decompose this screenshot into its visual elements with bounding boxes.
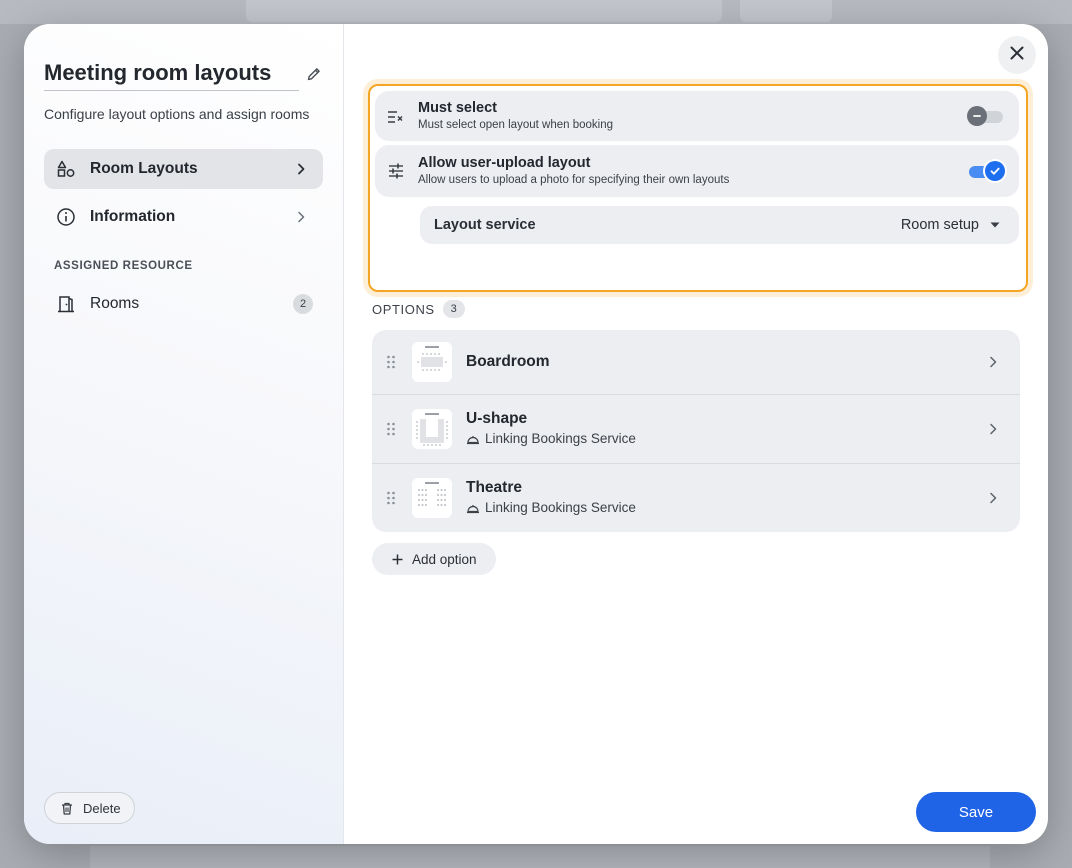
option-boardroom[interactable]: Boardroom	[372, 330, 1020, 394]
option-service: Linking Bookings Service	[485, 500, 636, 515]
trash-icon	[61, 801, 75, 815]
sidebar-item-label: Rooms	[90, 295, 140, 312]
option-service: Linking Bookings Service	[485, 431, 636, 446]
modal-subtitle: Configure layout options and assign room…	[44, 106, 310, 122]
layouts-modal: Meeting room layouts Configure layout op…	[24, 24, 1048, 844]
add-option-label: Add option	[412, 551, 477, 567]
option-name: Theatre	[466, 479, 522, 496]
background-app-footer	[90, 846, 990, 868]
options-heading-label: OPTIONS	[372, 301, 435, 317]
must-select-toggle[interactable]	[967, 105, 1005, 127]
room-service-icon	[466, 502, 480, 514]
pencil-icon[interactable]	[306, 66, 322, 82]
chevron-right-icon	[986, 422, 1000, 436]
options-count-badge: 3	[442, 300, 465, 318]
options-list: Boardroom U-shape Linking Bookings Servi…	[372, 330, 1020, 532]
allow-upload-title: Allow user-upload layout	[418, 155, 591, 171]
allow-upload-toggle[interactable]	[967, 160, 1005, 182]
chevron-right-icon	[986, 491, 1000, 505]
layout-service-label: Layout service	[434, 217, 536, 233]
sliders-icon	[387, 162, 405, 180]
sidebar-item-rooms[interactable]: Rooms 2	[44, 284, 323, 324]
drag-handle-icon[interactable]	[386, 355, 396, 369]
background-header-button	[740, 0, 832, 22]
sidebar-item-room-layouts[interactable]: Room Layouts	[44, 149, 323, 189]
rooms-count-badge: 2	[293, 294, 313, 314]
save-button[interactable]: Save	[916, 792, 1036, 832]
layout-service-value: Room setup	[900, 217, 979, 233]
allow-upload-description: Allow users to upload a photo for specif…	[418, 174, 730, 186]
add-option-button[interactable]: Add option	[372, 543, 496, 575]
must-select-description: Must select open layout when booking	[418, 119, 613, 131]
drag-handle-icon[interactable]	[386, 491, 396, 505]
info-icon	[56, 207, 76, 227]
modal-title-input[interactable]: Meeting room layouts	[44, 58, 299, 91]
toggle-check-icon	[985, 161, 1005, 181]
assigned-resource-heading: ASSIGNED RESOURCE	[54, 260, 193, 272]
u-shape-layout-icon	[412, 409, 452, 449]
sidebar-item-label: Information	[90, 208, 176, 225]
delete-button[interactable]: Delete	[44, 792, 135, 824]
close-button[interactable]	[998, 36, 1036, 74]
must-select-title: Must select	[418, 100, 497, 116]
plus-icon	[391, 553, 403, 565]
option-name: Boardroom	[466, 353, 550, 370]
allow-upload-setting: Allow user-upload layout Allow users to …	[375, 145, 1019, 197]
title-row: Meeting room layouts	[44, 58, 324, 92]
sidebar-item-label: Room Layouts	[90, 160, 198, 177]
option-name: U-shape	[466, 410, 528, 427]
chevron-right-icon	[293, 161, 309, 177]
must-select-setting: Must select Must select open layout when…	[375, 91, 1019, 141]
layout-service-select[interactable]: Layout service Room setup	[420, 206, 1019, 244]
chevron-right-icon	[293, 209, 309, 225]
drag-handle-icon[interactable]	[386, 422, 396, 436]
sidebar-item-information[interactable]: Information	[44, 197, 323, 237]
chevron-right-icon	[986, 355, 1000, 369]
theatre-layout-icon	[412, 478, 452, 518]
modal-sidebar: Meeting room layouts Configure layout op…	[24, 24, 344, 844]
boardroom-layout-icon	[412, 342, 452, 382]
option-theatre[interactable]: Theatre Linking Bookings Service	[372, 464, 1020, 532]
options-heading: OPTIONS 3	[372, 300, 465, 318]
door-icon	[56, 294, 76, 314]
delete-label: Delete	[83, 800, 121, 816]
caret-down-icon	[989, 219, 1001, 231]
background-search-bar	[246, 0, 722, 22]
close-icon	[1009, 45, 1025, 66]
toggle-minus-icon	[967, 106, 987, 126]
room-service-icon	[466, 433, 480, 445]
option-u-shape[interactable]: U-shape Linking Bookings Service	[372, 395, 1020, 463]
shapes-icon	[56, 159, 76, 179]
checklist-x-icon	[387, 107, 405, 125]
